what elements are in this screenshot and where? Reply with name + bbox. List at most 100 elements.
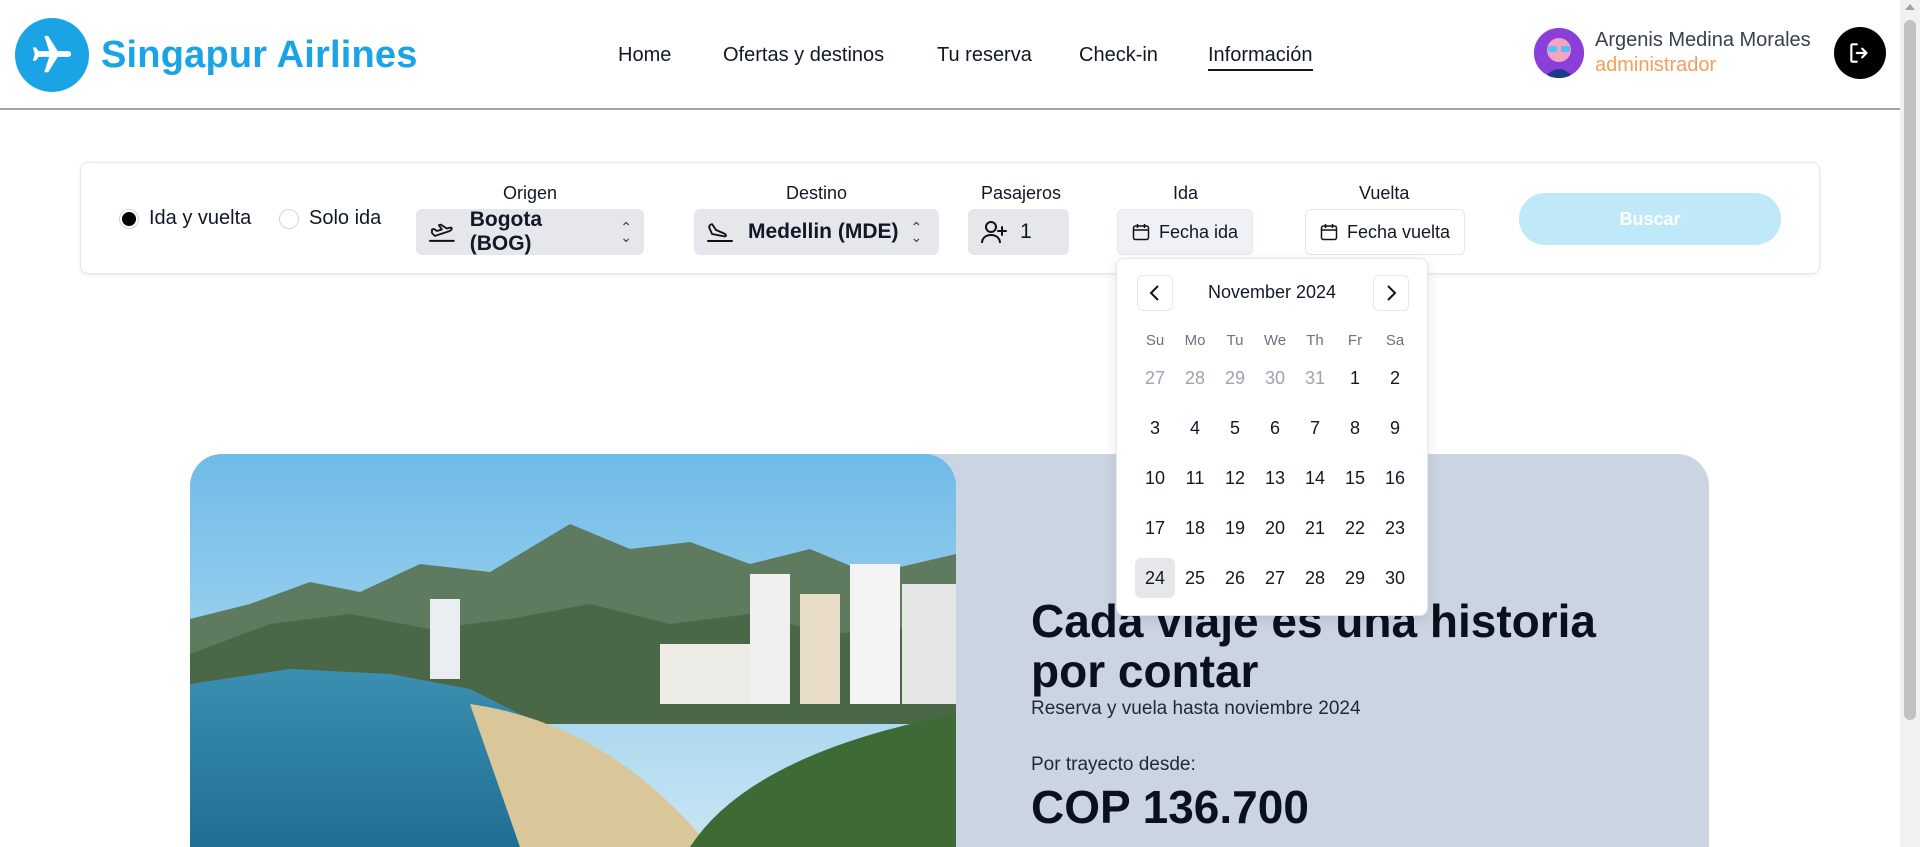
calendar-day[interactable]: 10 (1135, 458, 1175, 498)
calendar-week-row: 24 25 26 27 28 29 30 (1135, 553, 1415, 603)
calendar-week-row: 3456789 (1135, 403, 1415, 453)
price-value: COP 136.700 (1031, 781, 1309, 833)
calendar-day[interactable]: 16 (1375, 458, 1415, 498)
beach-city-image (190, 454, 956, 847)
trip-type-round[interactable]: Ida y vuelta (119, 207, 251, 230)
nav-tu-reserva[interactable]: Tu reserva (937, 44, 1032, 67)
calendar-day[interactable]: 1 (1335, 358, 1375, 398)
calendar-week-row: 27 28 29 30 31 1 2 (1135, 353, 1415, 403)
origin-select[interactable]: Bogota (BOG) ⌃ ⌄ (416, 208, 644, 255)
calendar-day[interactable]: 15 (1335, 458, 1375, 498)
origin-label: Origen (503, 183, 558, 203)
calendar-day[interactable]: 27 (1255, 558, 1295, 598)
top-header: Singapur Airlines Home Ofertas y destino… (0, 0, 1900, 110)
calendar-day[interactable]: 29 (1335, 558, 1375, 598)
price-label: Por trayecto desde: (1031, 754, 1196, 775)
passengers-value: 1 (1020, 220, 1032, 243)
calendar-day[interactable]: 22 (1335, 508, 1375, 548)
weekday-label: Fr (1347, 332, 1363, 349)
calendar-day[interactable]: 13 (1255, 458, 1295, 498)
calendar-day[interactable]: 21 (1295, 508, 1335, 548)
departure-date-button[interactable]: Fecha ida (1117, 209, 1254, 255)
weekday-label: Th (1306, 332, 1324, 349)
calendar-day[interactable]: 28 (1175, 358, 1215, 398)
trip-type-oneway[interactable]: Solo ida (279, 207, 381, 230)
airplane-logo-icon (15, 18, 89, 92)
brand-logo[interactable]: Singapur Airlines (15, 18, 418, 92)
nav-ofertas-destinos[interactable]: Ofertas y destinos (723, 44, 884, 67)
calendar-day[interactable]: 11 (1175, 458, 1215, 498)
calendar-day[interactable]: 25 (1175, 558, 1215, 598)
calendar-day[interactable]: 6 (1255, 408, 1295, 448)
calendar-day[interactable]: 17 (1135, 508, 1175, 548)
trip-type-round-label: Ida y vuelta (149, 207, 252, 229)
user-profile[interactable]: Argenis Medina Morales administrador (1534, 28, 1811, 78)
logout-icon (1850, 43, 1868, 63)
departure-date-value: Fecha ida (1159, 221, 1239, 242)
destination-label: Destino (786, 183, 848, 203)
scrollbar-thumb[interactable] (1904, 20, 1916, 720)
user-name: Argenis Medina Morales (1595, 29, 1811, 51)
flight-search-panel: Ida y vuelta Solo ida Origen Bogota (BOG… (80, 162, 1820, 274)
date-picker-popup: November 2024 Su Mo Tu We Th Fr Sa 27 28 29 30 31 1 2… (1116, 258, 1428, 616)
calendar-week-row: 10 11 12 13 14 15 16 (1135, 453, 1415, 503)
weekday-label: Mo (1184, 332, 1206, 349)
calendar-icon (1132, 224, 1150, 241)
calendar-day[interactable]: 20 (1255, 508, 1295, 548)
weekday-header-row: Su Mo Tu We Th Fr Sa (1135, 329, 1415, 353)
calendar-day[interactable]: 26 (1215, 558, 1255, 598)
calendar-day[interactable]: 30 (1375, 558, 1415, 598)
destination-value: Medellin (MDE) (748, 220, 899, 243)
return-date-button[interactable]: Fecha vuelta (1305, 209, 1466, 255)
calendar-week-row: 17 18 19 20 21 22 23 (1135, 503, 1415, 553)
chevron-updown-icon: ⌃ ⌄ (620, 219, 632, 245)
calendar-day[interactable]: 28 (1295, 558, 1335, 598)
calendar-day[interactable]: 2 (1375, 358, 1415, 398)
calendar-grid: Su Mo Tu We Th Fr Sa 27 28 29 30 31 1 2 3 4 5 6 7 8 9 10 11 12 1… (1135, 329, 1415, 603)
next-month-button[interactable] (1373, 275, 1409, 311)
nav-home[interactable]: Home (618, 44, 671, 67)
trip-type-oneway-label: Solo ida (309, 207, 382, 229)
calendar-day[interactable]: 9 (1375, 408, 1415, 448)
calendar-day[interactable]: 4 (1175, 408, 1215, 448)
calendar-day[interactable]: 3 (1135, 408, 1175, 448)
brand-name: Singapur Airlines (101, 33, 418, 76)
return-date-value: Fecha vuelta (1347, 221, 1451, 242)
calendar-day[interactable]: 14 (1295, 458, 1335, 498)
search-button[interactable]: Buscar (1519, 193, 1781, 245)
calendar-day[interactable]: 18 (1175, 508, 1215, 548)
chevron-right-icon (1387, 285, 1397, 301)
destination-select[interactable]: Medellin (MDE) ⌃ ⌄ (694, 209, 939, 255)
nav-check-in[interactable]: Check-in (1079, 44, 1158, 67)
calendar-day[interactable]: 8 (1335, 408, 1375, 448)
logout-button[interactable] (1834, 27, 1886, 79)
calendar-day[interactable]: 5 (1215, 408, 1255, 448)
calendar-day[interactable]: 12 (1215, 458, 1255, 498)
chevron-updown-icon: ⌃ ⌄ (910, 219, 923, 245)
passengers-label: Pasajeros (981, 183, 1062, 203)
calendar-day[interactable]: 19 (1215, 508, 1255, 548)
page-scrollbar[interactable] (1900, 0, 1920, 847)
calendar-day[interactable]: 30 (1255, 358, 1295, 398)
calendar-day[interactable]: 29 (1215, 358, 1255, 398)
passengers-field[interactable]: 1 (968, 209, 1069, 255)
nav-informacion[interactable]: Información (1208, 44, 1313, 71)
weekday-label: Su (1145, 332, 1165, 349)
weekday-label: Tu (1226, 332, 1244, 349)
origin-value: Bogota (BOG) (469, 208, 543, 255)
user-role: administrador (1595, 54, 1717, 76)
radio-selected-icon (119, 208, 139, 229)
calendar-day[interactable]: 27 (1135, 358, 1175, 398)
departure-label: Ida (1173, 183, 1199, 203)
takeoff-icon (428, 223, 455, 242)
promo-banner: Cada viaje es una historia por contar Re… (190, 454, 1709, 847)
calendar-day[interactable]: 24 (1135, 558, 1175, 598)
calendar-day[interactable]: 31 (1295, 358, 1335, 398)
avatar (1534, 28, 1584, 78)
scroll-up-arrow-icon[interactable] (1905, 4, 1915, 10)
landing-icon (707, 223, 733, 242)
calendar-day[interactable]: 23 (1375, 508, 1415, 548)
radio-unselected-icon (279, 208, 299, 229)
return-label: Vuelta (1359, 183, 1410, 203)
calendar-day[interactable]: 7 (1295, 408, 1335, 448)
